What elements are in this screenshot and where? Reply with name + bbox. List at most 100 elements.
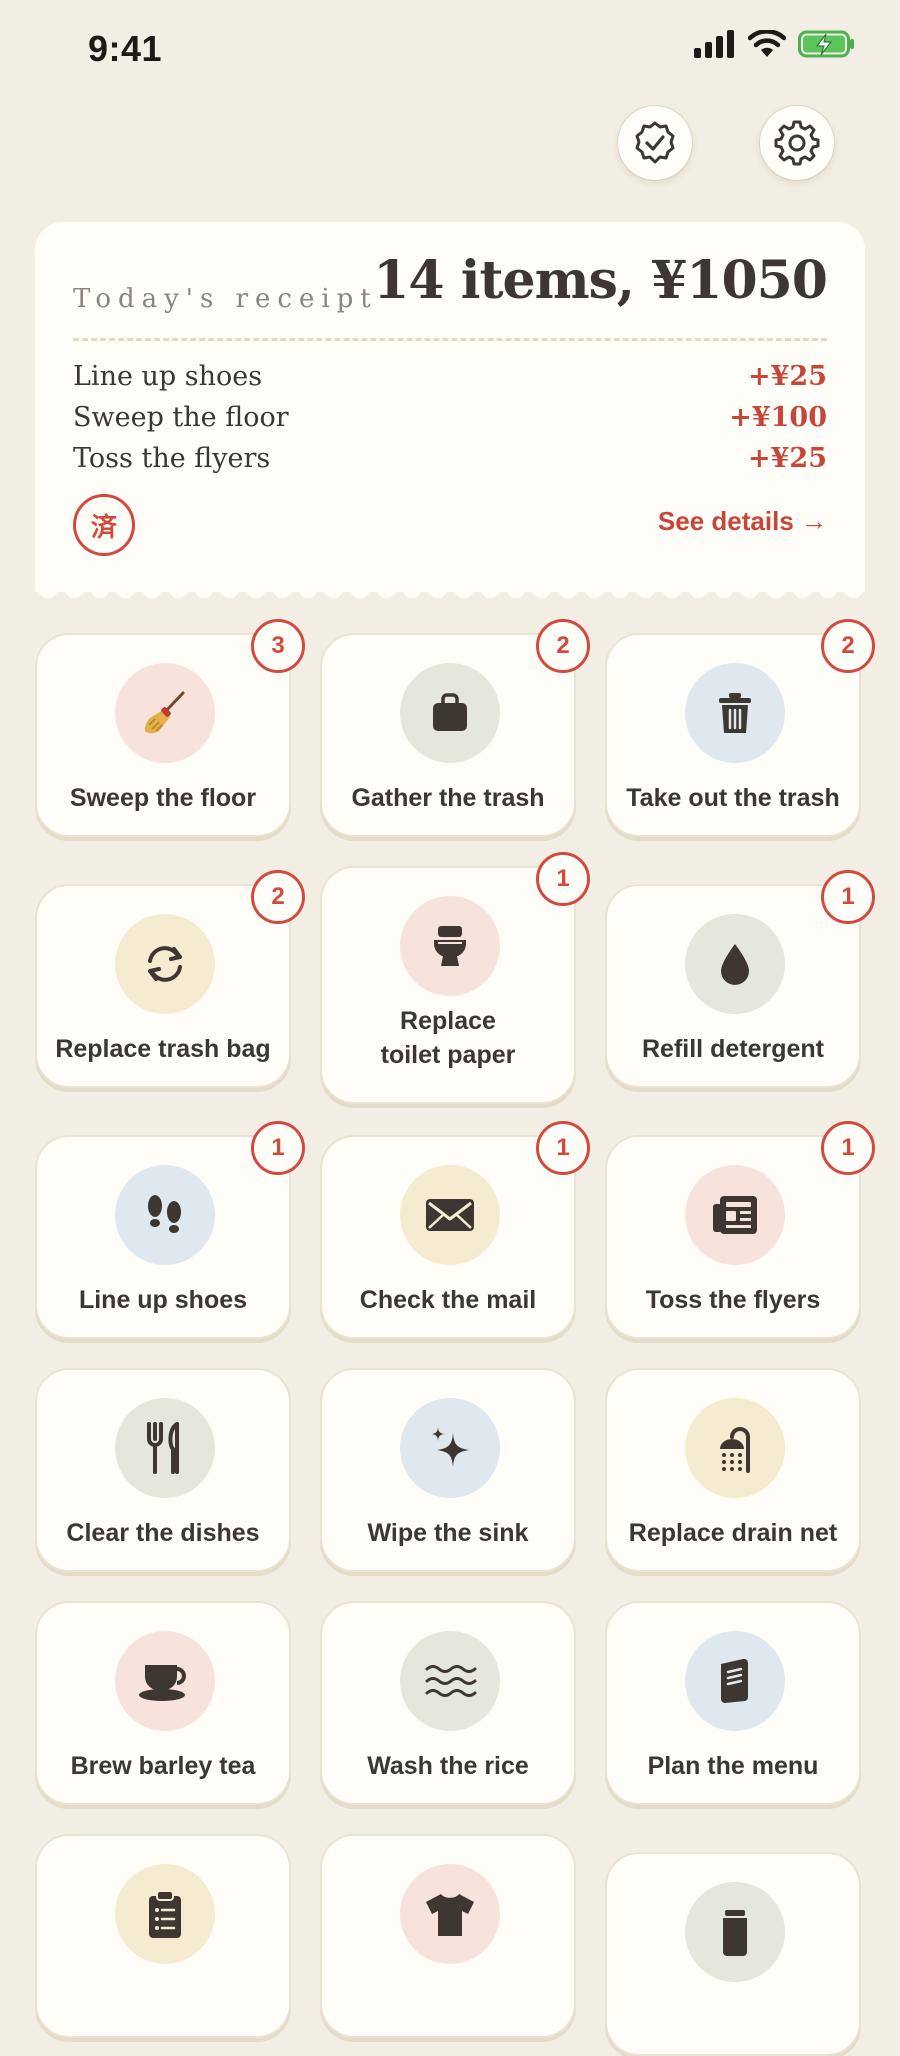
chore-count-badge: 1 — [536, 1121, 590, 1175]
clipboard-icon — [149, 1890, 181, 1938]
chore-label: Toss the flyers — [645, 1286, 821, 1314]
chore-tile-replace-drain-net[interactable]: Replace drain net — [605, 1368, 861, 1572]
chore-label: Take out the trash — [626, 784, 840, 812]
chore-count-badge: 2 — [536, 619, 590, 673]
chore-tile-line-up-shoes[interactable]: Line up shoes 1 — [35, 1121, 305, 1339]
chore-icon-circle — [400, 1398, 500, 1498]
chore-tile-wash-the-rice[interactable]: Wash the rice — [320, 1601, 576, 1805]
chore-tile-wipe-the-sink[interactable]: Wipe the sink — [320, 1368, 576, 1572]
shower-icon — [720, 1427, 750, 1473]
chore-tile-replace-toilet-paper[interactable]: Replace toilet paper 1 — [320, 852, 590, 1104]
broom-icon — [144, 691, 185, 734]
chore-label: Check the mail — [359, 1286, 537, 1314]
chore-label-line: Replace — [400, 1007, 496, 1035]
chore-label: Line up shoes — [78, 1286, 248, 1314]
chore-tile[interactable] — [320, 1834, 576, 2038]
receipt-divider — [73, 338, 827, 341]
chore-tile[interactable] — [35, 1834, 291, 2038]
status-bar: 9:41 — [0, 0, 900, 100]
chore-icon-circle — [400, 1631, 500, 1731]
verified-badge-icon — [635, 121, 675, 164]
receipt-line-amount: +¥25 — [748, 443, 827, 474]
chore-tile-toss-the-flyers[interactable]: Toss the flyers 1 — [605, 1121, 875, 1339]
receipt-label: Today's receipt — [73, 284, 378, 314]
utensils-icon — [147, 1422, 179, 1474]
chore-tile-clear-the-dishes[interactable]: Clear the dishes — [35, 1368, 291, 1572]
chore-icon-circle — [115, 1864, 215, 1964]
chore-icon-circle — [685, 663, 785, 763]
receipt-line: Line up shoes +¥25 — [73, 356, 827, 397]
receipt-total: 14 items, ¥1050 — [373, 250, 828, 311]
chore-label: Replace toilet paper — [322, 1004, 574, 1072]
receipt-line-amount: +¥25 — [748, 361, 827, 392]
chore-label: Clear the dishes — [66, 1519, 260, 1547]
settings-button[interactable] — [760, 106, 834, 180]
chore-count-badge: 1 — [536, 852, 590, 906]
tshirt-icon — [426, 1894, 474, 1936]
chore-icon-circle — [400, 1165, 500, 1265]
chore-tile-take-out-the-trash[interactable]: Take out the trash 2 — [605, 619, 875, 837]
water-waves-icon — [425, 1665, 477, 1697]
chore-label: Wipe the sink — [367, 1519, 529, 1547]
refresh-icon — [148, 946, 182, 982]
chore-icon-circle — [685, 914, 785, 1014]
chore-label: Gather the trash — [351, 784, 545, 812]
chore-icon-circle — [685, 1165, 785, 1265]
chore-icon-circle — [115, 1398, 215, 1498]
chore-icon-circle — [115, 663, 215, 763]
chore-icon-circle — [400, 896, 500, 996]
receipt-line-name: Toss the flyers — [73, 443, 271, 474]
completed-badge-button[interactable] — [618, 106, 692, 180]
chore-tile-replace-trash-bag[interactable]: Replace trash bag 2 — [35, 870, 305, 1088]
chore-label: Wash the rice — [367, 1752, 529, 1780]
cup-icon — [139, 1665, 186, 1701]
chore-icon-circle — [115, 914, 215, 1014]
chore-count-badge: 2 — [821, 619, 875, 673]
chore-label: Sweep the floor — [69, 784, 257, 812]
receipt-line-name: Sweep the floor — [73, 402, 289, 433]
receipt-scalloped-edge — [35, 580, 865, 598]
receipt-line: Sweep the floor +¥100 — [73, 397, 827, 438]
chore-label: Plan the menu — [647, 1752, 819, 1780]
chore-icon-circle — [685, 1398, 785, 1498]
chore-tile-check-the-mail[interactable]: Check the mail 1 — [320, 1121, 590, 1339]
chore-count-badge: 3 — [251, 619, 305, 673]
envelope-icon — [426, 1199, 474, 1231]
receipt-line-name: Line up shoes — [73, 361, 263, 392]
jar-icon — [723, 1910, 747, 1956]
chore-icon-circle — [115, 1631, 215, 1731]
receipt-line-amount: +¥100 — [729, 402, 827, 433]
toilet-icon — [434, 926, 466, 966]
chore-tile-gather-the-trash[interactable]: Gather the trash 2 — [320, 619, 590, 837]
gear-icon — [774, 120, 820, 166]
battery-charging-icon — [798, 30, 854, 58]
book-icon — [721, 1658, 749, 1703]
chore-count-badge: 1 — [251, 1121, 305, 1175]
status-icons — [694, 30, 856, 58]
chore-icon-circle — [400, 1864, 500, 1964]
trash-can-icon — [719, 693, 751, 733]
chore-count-badge: 1 — [821, 1121, 875, 1175]
chore-label: Replace drain net — [628, 1519, 838, 1547]
chore-tile-sweep-the-floor[interactable]: Sweep the floor 3 — [35, 619, 305, 837]
chore-label: Refill detergent — [642, 1035, 824, 1063]
chore-tile-plan-the-menu[interactable]: Plan the menu — [605, 1601, 861, 1805]
receipt-lines: Line up shoes +¥25 Sweep the floor +¥100… — [73, 356, 827, 479]
see-details-link[interactable]: See details → — [658, 506, 827, 537]
chore-icon-circle — [685, 1631, 785, 1731]
status-time: 9:41 — [88, 28, 163, 69]
todays-receipt-card: Today's receipt 14 items, ¥1050 Line up … — [35, 222, 865, 592]
chore-icon-circle — [685, 1882, 785, 1982]
cellular-signal-icon — [694, 30, 734, 58]
chore-tile[interactable] — [605, 1852, 861, 2056]
sparkle-icon — [432, 1427, 469, 1467]
chore-label-line: toilet paper — [380, 1041, 516, 1069]
chore-label: Brew barley tea — [70, 1752, 256, 1780]
footprints-icon — [148, 1195, 181, 1233]
chore-icon-circle — [400, 663, 500, 763]
chore-tile-refill-detergent[interactable]: Refill detergent 1 — [605, 870, 875, 1088]
chore-tile-brew-barley-tea[interactable]: Brew barley tea — [35, 1601, 291, 1805]
droplet-icon — [721, 944, 749, 985]
chore-count-badge: 2 — [251, 870, 305, 924]
receipt-line: Toss the flyers +¥25 — [73, 438, 827, 479]
